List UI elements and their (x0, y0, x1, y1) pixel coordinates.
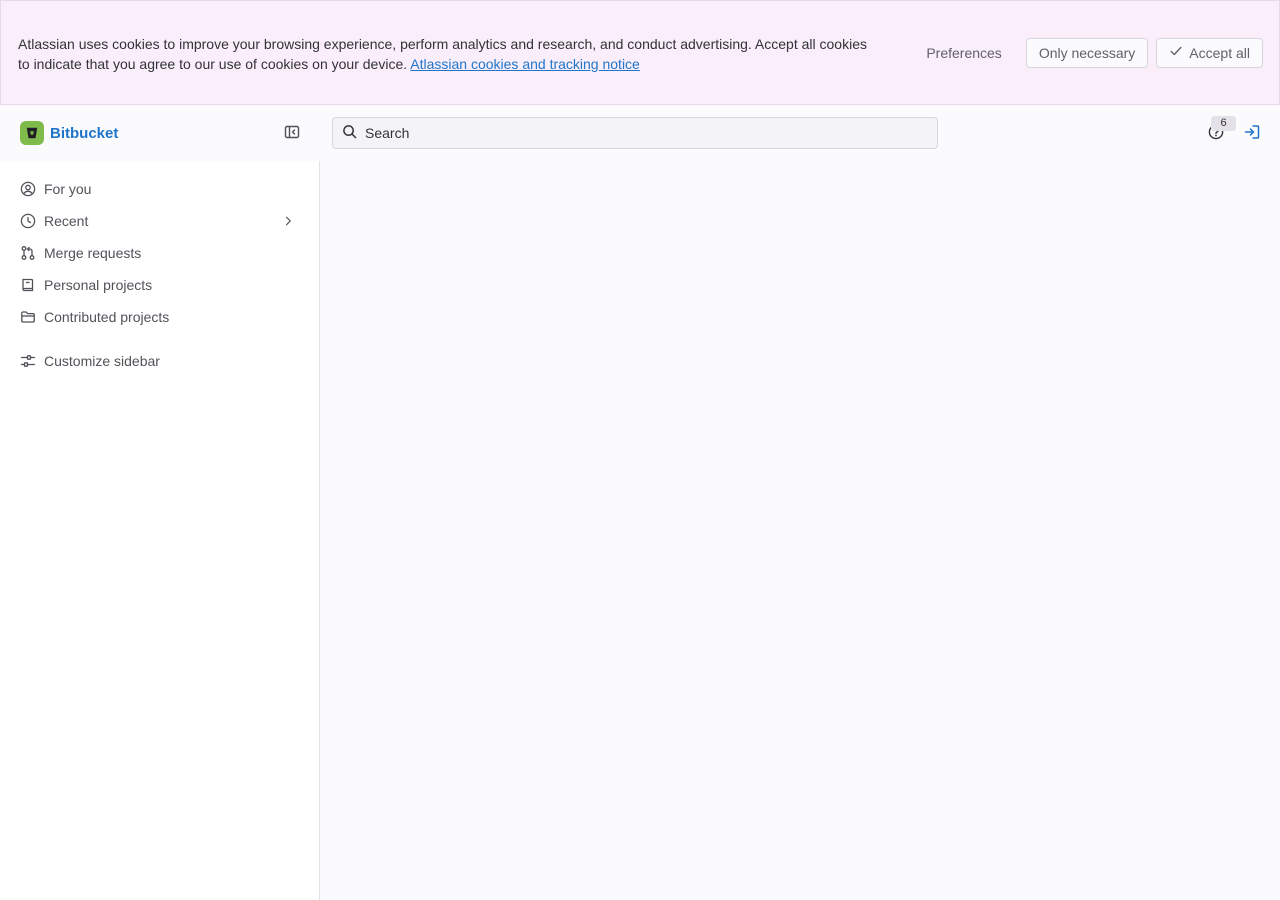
bitbucket-logo-icon (20, 121, 44, 145)
preferences-button[interactable]: Preferences (914, 39, 1013, 67)
sidebar-item-label: Personal projects (44, 277, 153, 293)
sidebar-item-contributed-projects[interactable]: Contributed projects (8, 301, 304, 333)
top-header: Bitbucket Search 6 (0, 105, 1280, 161)
search-input[interactable]: Search (332, 117, 938, 149)
cookie-notice-link[interactable]: Atlassian cookies and tracking notice (410, 56, 640, 72)
accept-all-button[interactable]: Accept all (1156, 37, 1263, 68)
brand-name: Bitbucket (50, 124, 119, 142)
merge-request-icon (20, 245, 36, 261)
search-icon (342, 124, 357, 142)
sidebar-item-label: For you (44, 181, 92, 197)
customize-sidebar-label: Customize sidebar (44, 353, 160, 369)
cookie-message: Atlassian uses cookies to improve your b… (18, 34, 878, 74)
sidebar-item-for-you[interactable]: For you (8, 173, 304, 205)
sidebar: For you Recent Merge requests Personal p… (0, 161, 320, 900)
sidebar-toggle-icon (284, 124, 300, 143)
sign-in-icon (1244, 124, 1260, 143)
cookie-actions: Preferences Only necessary Accept all (914, 37, 1263, 68)
only-necessary-button[interactable]: Only necessary (1025, 37, 1149, 68)
chevron-right-icon[interactable] (280, 213, 296, 229)
cookie-banner: Atlassian uses cookies to improve your b… (0, 0, 1280, 105)
brand-home-link[interactable]: Bitbucket (20, 121, 118, 145)
sliders-icon (20, 353, 36, 369)
search-placeholder: Search (365, 125, 410, 141)
help-badge: 6 (1211, 116, 1236, 131)
sidebar-item-label: Contributed projects (44, 309, 170, 325)
customize-sidebar-button[interactable]: Customize sidebar (8, 345, 304, 377)
clock-icon (20, 213, 36, 229)
user-circle-icon (20, 181, 36, 197)
sidebar-item-personal-projects[interactable]: Personal projects (8, 269, 304, 301)
check-icon (1169, 44, 1183, 61)
sidebar-item-label: Recent (44, 213, 89, 229)
collapse-sidebar-button[interactable] (280, 121, 304, 145)
sidebar-item-recent[interactable]: Recent (8, 205, 304, 237)
main-content (320, 161, 1280, 900)
folder-icon (20, 309, 36, 325)
sidebar-item-merge-requests[interactable]: Merge requests (8, 237, 304, 269)
book-icon (20, 277, 36, 293)
sidebar-item-label: Merge requests (44, 245, 142, 261)
only-necessary-label: Only necessary (1038, 44, 1136, 61)
accept-all-label: Accept all (1189, 44, 1250, 61)
sign-in-button[interactable] (1242, 123, 1262, 143)
